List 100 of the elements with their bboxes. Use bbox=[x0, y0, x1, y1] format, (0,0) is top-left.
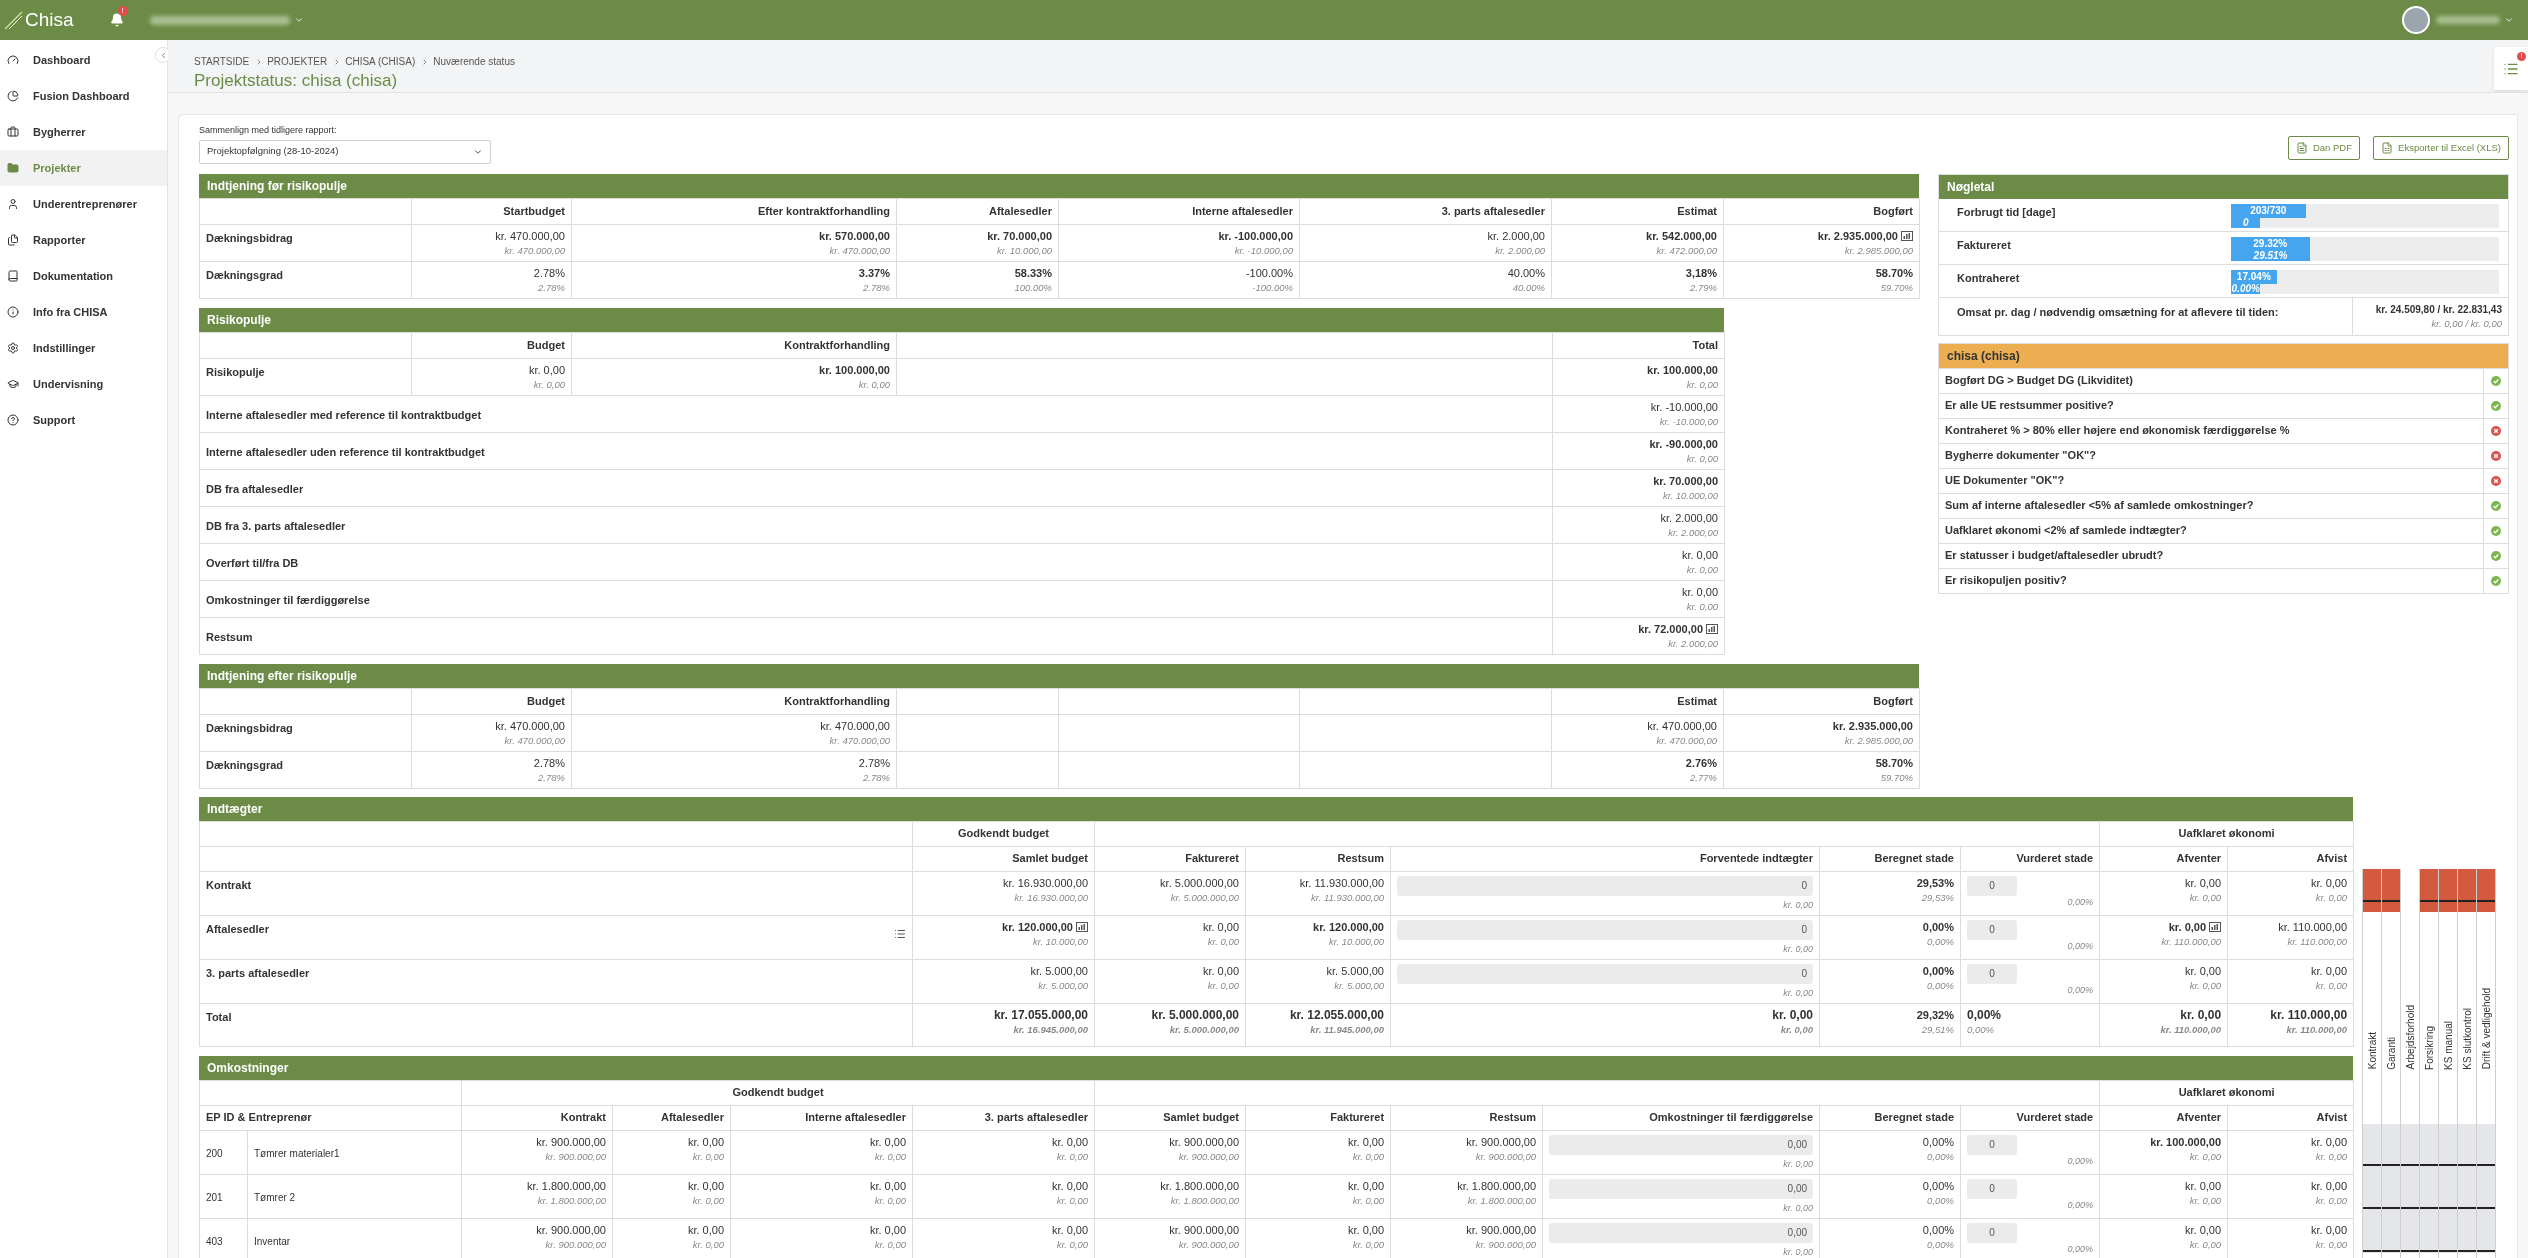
cell-value: kr. 0,00 bbox=[1202, 963, 1239, 979]
previous-value: kr. 0,00 bbox=[874, 1237, 906, 1251]
amount-field[interactable]: 0 bbox=[1397, 919, 1813, 940]
cell-value: kr. 110.000,00 bbox=[2278, 919, 2348, 935]
avatar[interactable] bbox=[2402, 6, 2430, 34]
cell-value: kr. 0,00 bbox=[2180, 1007, 2222, 1023]
column-header: Budget bbox=[411, 332, 572, 358]
sidebar-item[interactable]: Info fra CHISA bbox=[0, 294, 167, 330]
breadcrumb-link[interactable]: CHISA (CHISA) bbox=[345, 54, 416, 69]
menu-icon bbox=[7, 378, 19, 390]
column-header: Beregnet stade bbox=[1819, 846, 1961, 871]
cell-value: kr. 900.000,00 bbox=[1169, 1222, 1240, 1238]
cell-value: 3,18% bbox=[1685, 265, 1717, 281]
amount-field[interactable]: 0,00 bbox=[1549, 1222, 1814, 1243]
previous-value: 40.00% bbox=[1512, 280, 1545, 294]
sidebar-item[interactable]: Bygherrer bbox=[0, 114, 167, 150]
stage-field[interactable]: 0 bbox=[1967, 919, 2017, 940]
cell-value: kr. 0,00 bbox=[1772, 1007, 1813, 1023]
previous-value: kr. 0,00 bbox=[533, 377, 565, 391]
column-header: Efter kontraktforhandling bbox=[571, 198, 897, 224]
previous-value: kr. 0,00 bbox=[2189, 978, 2222, 992]
bar-chart-icon[interactable] bbox=[1076, 922, 1088, 932]
report-select[interactable]: Projektopfølgning (28-10-2024) bbox=[199, 139, 491, 164]
bar-chart-icon[interactable] bbox=[1706, 624, 1718, 634]
previous-value: kr. 470.000,00 bbox=[829, 733, 890, 747]
sidebar-item[interactable]: Support bbox=[0, 402, 167, 438]
previous-value: kr. 5.000.000,00 bbox=[1170, 890, 1239, 904]
stage-field[interactable]: 0 bbox=[1967, 1222, 2018, 1243]
previous-value: 2.77% bbox=[1690, 770, 1717, 784]
column-header: Forventede indtægter bbox=[1390, 846, 1820, 871]
stage-field[interactable]: 0 bbox=[1967, 875, 2017, 896]
progress-label: 0.00% bbox=[2231, 283, 2260, 294]
bar-chart-icon[interactable] bbox=[2209, 922, 2222, 932]
check-label: Er statusser i budget/aftalesedler ubrudt? bbox=[1944, 548, 2165, 564]
previous-value: kr. -10.000,00 bbox=[1234, 243, 1293, 257]
cell-value: kr. 0,00 bbox=[2185, 1222, 2222, 1238]
cell-value: kr. 5.000,00 bbox=[1030, 963, 1088, 979]
check-label: UE Dokumenter "OK"? bbox=[1944, 473, 2066, 489]
bar-chart-icon[interactable] bbox=[1901, 231, 1913, 241]
row-label: DB fra 3. parts aftalesedler bbox=[206, 519, 346, 532]
amount-field[interactable]: 0 bbox=[1397, 875, 1813, 896]
list-icon[interactable] bbox=[894, 927, 906, 940]
cell-value: kr. 5.000,00 bbox=[1326, 963, 1384, 979]
cell-value: kr. 0,00 bbox=[528, 362, 565, 378]
column-header: Kontrakt bbox=[461, 1105, 613, 1130]
previous-value: kr. 0,00 bbox=[2189, 1149, 2222, 1163]
previous-value: kr. 16.945.000,00 bbox=[1013, 1022, 1088, 1036]
sidebar-item[interactable]: Indstillinger bbox=[0, 330, 167, 366]
amount-field[interactable]: 0,00 bbox=[1549, 1134, 1814, 1155]
amount-field[interactable]: 0 bbox=[1397, 963, 1813, 984]
previous-value: -100.00% bbox=[1252, 280, 1293, 294]
cell-value: kr. 900.000,00 bbox=[1169, 1134, 1240, 1150]
sidebar-item[interactable]: Projekter bbox=[0, 150, 167, 186]
sidebar-item[interactable]: Rapporter bbox=[0, 222, 167, 258]
previous-value: kr. 2.985.000,00 bbox=[1844, 243, 1913, 257]
cell-value: 58.70% bbox=[1875, 755, 1913, 771]
stage-field[interactable]: 0 bbox=[1967, 963, 2017, 984]
sidebar-item[interactable]: Dashboard bbox=[0, 42, 167, 78]
export-button[interactable]: Eksporter til Excel (XLS) bbox=[2373, 136, 2509, 160]
previous-value: 59.70% bbox=[1880, 770, 1913, 784]
row-label: Dækningsbidrag bbox=[206, 720, 293, 735]
breadcrumb-link[interactable]: PROJEKTER bbox=[267, 54, 328, 69]
cell-value: kr. 470.000,00 bbox=[820, 718, 890, 734]
caret-icon[interactable] bbox=[2504, 15, 2514, 25]
column-header: Restsum bbox=[1390, 1105, 1543, 1130]
previous-value: 0,00% bbox=[1927, 978, 1954, 992]
previous-value: kr. 110.000,00 bbox=[2286, 1022, 2348, 1036]
amount-field[interactable]: 0,00 bbox=[1549, 1178, 1814, 1199]
previous-value: kr. 470.000,00 bbox=[504, 243, 565, 257]
stage-field[interactable]: 0 bbox=[1967, 1134, 2018, 1155]
cell-value: kr. 0,00 bbox=[1347, 1178, 1385, 1194]
cell-value: kr. 0,00 bbox=[869, 1178, 906, 1194]
menu-icon bbox=[7, 54, 19, 66]
previous-value: kr. 2.985.000,00 bbox=[1844, 733, 1913, 747]
stage-field[interactable]: 0 bbox=[1967, 1178, 2018, 1199]
sidebar-item[interactable]: Underentreprenører bbox=[0, 186, 167, 222]
sidebar-item[interactable]: Undervisning bbox=[0, 366, 167, 402]
previous-value: 59.70% bbox=[1880, 280, 1913, 294]
breadcrumb-link[interactable]: STARTSIDE bbox=[194, 54, 250, 69]
sidebar-item[interactable]: Fusion Dashboard bbox=[0, 78, 167, 114]
export-button[interactable]: Dan PDF bbox=[2287, 136, 2361, 160]
notification-bell-icon[interactable] bbox=[109, 13, 124, 27]
previous-value: kr. 0,00 bbox=[2315, 978, 2348, 992]
cell-value: kr. 0,00 bbox=[687, 1134, 724, 1150]
column-header: Estimat bbox=[1551, 198, 1724, 224]
previous-value: kr. 110.000,00 bbox=[2287, 934, 2348, 948]
menu-icon bbox=[7, 90, 19, 102]
previous-value: 100.00% bbox=[1014, 280, 1052, 294]
sidebar-item[interactable]: Dokumentation bbox=[0, 258, 167, 294]
caret-icon[interactable] bbox=[293, 15, 304, 25]
previous-value: kr. 0,00 bbox=[1780, 1022, 1813, 1036]
previous-value: kr. 0,00 bbox=[2189, 890, 2222, 904]
cell-value: kr. 70.000,00 bbox=[1653, 473, 1718, 489]
previous-value: 0,00% bbox=[2067, 983, 2094, 996]
column-label: Garanti bbox=[2384, 1036, 2398, 1070]
breadcrumb-link[interactable]: Nuværende status bbox=[433, 54, 515, 69]
cell-value: 0,00% bbox=[1967, 1007, 2002, 1023]
column-header: Bogført bbox=[1723, 688, 1920, 714]
cell-value: 29,53% bbox=[1916, 875, 1954, 891]
cell-value: kr. 0,00 bbox=[1347, 1134, 1385, 1150]
